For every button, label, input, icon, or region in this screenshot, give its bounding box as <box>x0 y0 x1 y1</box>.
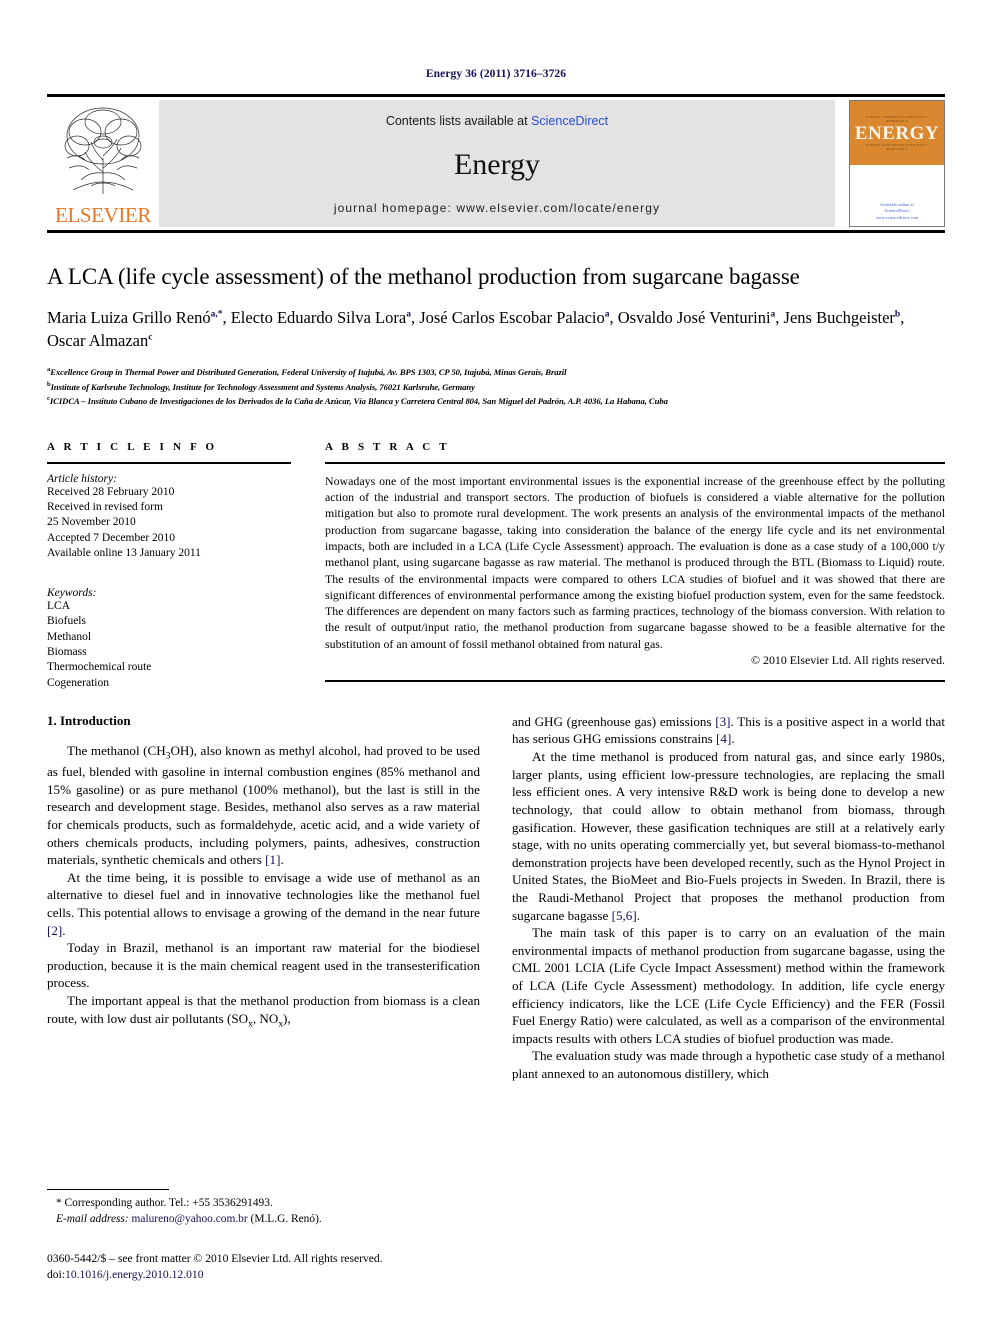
citation-reference[interactable]: [1] <box>265 852 280 867</box>
doi-link[interactable]: 10.1016/j.energy.2010.12.010 <box>65 1268 203 1281</box>
keyword-item: LCA <box>47 600 70 613</box>
body-paragraph: The important appeal is that the methano… <box>47 993 480 1030</box>
article-history-item: 25 November 2010 <box>47 516 136 529</box>
author-affiliation-mark: a <box>406 309 411 320</box>
affiliation-item: bInstitute of Karlsruhe Technology, Inst… <box>47 380 475 392</box>
body-column-left: 1. Introduction The methanol (CH3OH), al… <box>47 713 480 1083</box>
citation-reference[interactable]: [5,6] <box>612 908 637 923</box>
author-affiliation-mark: a <box>604 309 610 320</box>
contents-prefix: Contents lists available at <box>385 114 532 128</box>
cover-sciencedirect-note: Available online at ScienceDirect www.scie… <box>875 201 919 220</box>
author-affiliation-mark: c <box>148 332 153 343</box>
elsevier-tree-icon <box>51 102 155 198</box>
article-history-item: Received in revised form <box>47 501 163 514</box>
body-paragraph: At the time methanol is produced from na… <box>512 749 945 923</box>
email-owner: (M.L.G. Renó). <box>250 1213 322 1226</box>
article-info-rule <box>47 461 291 464</box>
keywords-label: Keywords: <box>47 587 97 600</box>
journal-footer: 0360-5442/$ – see front matter © 2010 El… <box>47 1251 487 1283</box>
article-history-item: Received 28 February 2010 <box>47 485 175 498</box>
author-name: Maria Luiza Grillo Renó <box>47 307 211 327</box>
masthead-top-rule <box>47 94 945 97</box>
body-paragraph: The methanol (CH3OH), also known as meth… <box>47 742 480 868</box>
citation-reference[interactable]: [3] <box>715 714 730 729</box>
article-history-item: Available online 13 January 2011 <box>47 546 201 559</box>
left-column-paragraphs: The methanol (CH3OH), also known as meth… <box>47 742 480 1031</box>
keywords-list: LCA Biofuels Methanol Biomass Thermochemical… <box>47 599 291 691</box>
abstract-column: A B S T R A C T Nowadays one of the most… <box>325 441 945 691</box>
author-affiliation-mark: a <box>770 309 776 320</box>
journal-homepage-link[interactable]: journal homepage: www.elsevier.com/locat… <box>334 201 660 215</box>
email-link[interactable]: malureno@yahoo.com.br <box>132 1213 248 1225</box>
contents-available-line: Contents lists available at ScienceDirec… <box>386 114 608 128</box>
author-name: José Carlos Escobar Palacio <box>419 307 605 327</box>
body-paragraph: The main task of this paper is to carry … <box>512 925 945 1046</box>
author-name: Osvaldo José Venturini <box>617 307 771 327</box>
footnote-divider <box>47 1189 169 1191</box>
article-info-column: A R T I C L E I N F O Article history: R… <box>47 441 291 691</box>
cover-microtext-bottom: ENERGY CONVERSION EFFICIENCY RENEWABLE <box>866 142 928 152</box>
abstract-rule-top <box>325 461 945 464</box>
author-name: Electo Eduardo Silva Lora <box>230 307 407 327</box>
affiliation-item: aExcellence Group in Thermal Power and D… <box>47 366 567 378</box>
affiliation-list: aExcellence Group in Thermal Power and D… <box>47 365 945 408</box>
author-name: Oscar Almazan <box>47 331 149 351</box>
doi-line: doi:10.1016/j.energy.2010.12.010 <box>47 1267 487 1283</box>
cover-top-panel: ENERGY CONVERSION EFFICIENCY RENEWABLE E… <box>850 101 944 165</box>
author-list: Maria Luiza Grillo Renóa,*, Electo Eduar… <box>47 307 905 351</box>
keyword-item: Biomass <box>47 646 87 658</box>
abstract-copyright: © 2010 Elsevier Ltd. All rights reserved… <box>751 653 945 668</box>
cover-journal-title: ENERGY <box>854 122 940 144</box>
body-paragraph: Today in Brazil, methanol is an importan… <box>47 940 480 991</box>
issn-copyright-line: 0360-5442/$ – see front matter © 2010 El… <box>47 1252 383 1266</box>
doi-label: doi: <box>47 1268 66 1282</box>
article-history-item: Accepted 7 December 2010 <box>47 531 176 544</box>
footnote-area: * Corresponding author. Tel.: +55 353629… <box>47 1189 487 1283</box>
elsevier-wordmark: ELSEVIER <box>55 203 151 227</box>
body-paragraph: and GHG (greenhouse gas) emissions [3]. … <box>512 713 945 747</box>
abstract-rule-bottom <box>325 680 945 683</box>
article-history-label: Article history: <box>47 472 117 485</box>
section-heading-introduction: 1. Introduction <box>47 712 131 728</box>
abstract-text: Nowadays one of the most important envir… <box>325 473 945 651</box>
right-column-paragraphs: and GHG (greenhouse gas) emissions [3]. … <box>512 713 945 1083</box>
body-columns: 1. Introduction The methanol (CH3OH), al… <box>47 713 945 1083</box>
cover-bottom-panel: Available online at ScienceDirect www.scie… <box>850 165 944 226</box>
sciencedirect-link[interactable]: ScienceDirect <box>531 114 608 128</box>
email-label: E-mail address: <box>56 1213 129 1226</box>
keywords-block: Keywords: LCA Biofuels Methanol Biomass Ther… <box>47 587 291 691</box>
author-affiliation-mark: b <box>894 309 901 320</box>
journal-cover-thumbnail: ENERGY CONVERSION EFFICIENCY RENEWABLE E… <box>849 100 945 227</box>
keyword-item: Thermochemical route <box>47 661 152 674</box>
keyword-item: Methanol <box>47 630 92 643</box>
corresponding-author-line: * Corresponding author. Tel.: +55 353629… <box>56 1197 273 1210</box>
citation-reference[interactable]: [4] <box>716 731 731 746</box>
masthead-center: Contents lists available at ScienceDirec… <box>159 100 835 227</box>
email-line: E-mail address: malureno@yahoo.com.br (M… <box>56 1212 487 1228</box>
body-paragraph: At the time being, it is possible to env… <box>47 869 480 938</box>
corresponding-author-note: * Corresponding author. Tel.: +55 353629… <box>47 1196 487 1228</box>
title-block: A LCA (life cycle assessment) of the met… <box>47 233 945 409</box>
author-name: Jens Buchgeister <box>783 307 895 327</box>
page-title: A LCA (life cycle assessment) of the met… <box>47 264 800 289</box>
running-head: Energy 36 (2011) 3716–3726 <box>425 68 567 80</box>
article-history-list: Received 28 February 2010 Received in rev… <box>47 485 291 561</box>
body-paragraph: The evaluation study was made through a … <box>512 1048 945 1082</box>
journal-masthead: ELSEVIER Contents lists available at Sci… <box>47 100 945 227</box>
affiliation-item: cICIDCA – Instituto Cubano de Investigac… <box>47 395 668 407</box>
article-page: Energy 36 (2011) 3716–3726 ELSEVIER Cont… <box>0 0 992 1323</box>
elsevier-logo: ELSEVIER <box>47 100 159 227</box>
journal-title: Energy <box>453 147 541 181</box>
article-info-heading: A R T I C L E I N F O <box>47 440 218 453</box>
abstract-heading: A B S T R A C T <box>325 440 450 453</box>
citation-reference[interactable]: [2] <box>47 923 62 938</box>
keyword-item: Biofuels <box>47 615 86 628</box>
body-column-right: and GHG (greenhouse gas) emissions [3]. … <box>512 713 945 1083</box>
author-affiliation-mark: a,* <box>210 309 223 320</box>
info-abstract-row: A R T I C L E I N F O Article history: R… <box>47 441 945 691</box>
keyword-item: Cogeneration <box>47 676 109 689</box>
